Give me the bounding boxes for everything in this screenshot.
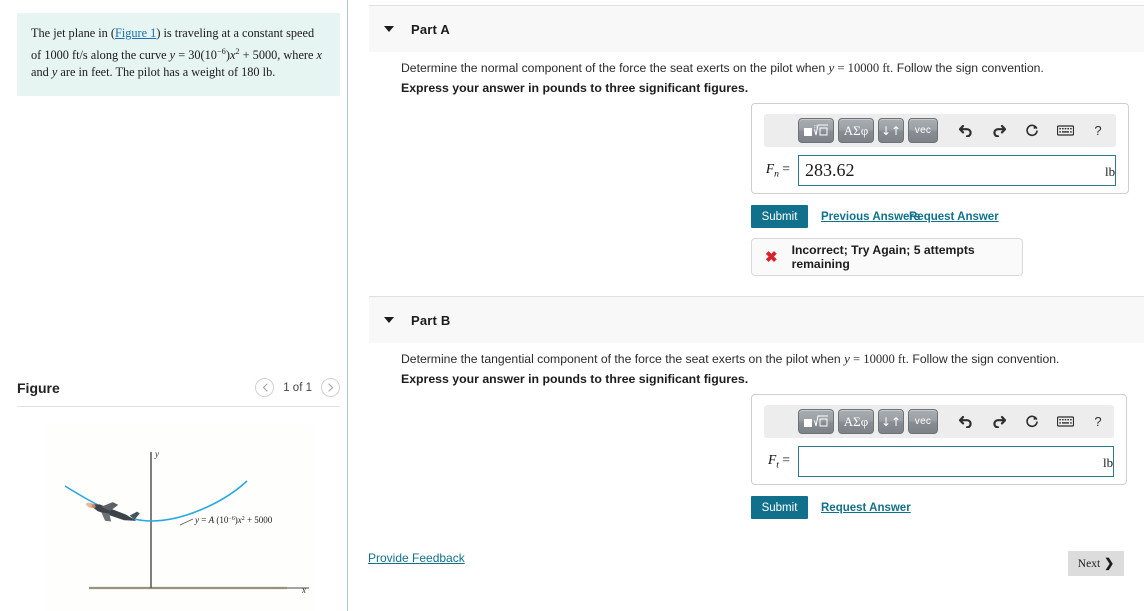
part-a-question-text: Determine the normal component of the fo… bbox=[401, 61, 829, 75]
vector-button[interactable]: vec bbox=[908, 118, 938, 143]
template-root-button[interactable]: □ bbox=[798, 118, 834, 143]
part-b-unit-label: lb bbox=[1103, 455, 1114, 470]
part-a-instruction: Express your answer in pounds to three s… bbox=[401, 81, 749, 95]
part-a-feedback-banner: ✖ Incorrect; Try Again; 5 attempts remai… bbox=[751, 238, 1023, 276]
figure-1-link[interactable]: Figure 1 bbox=[115, 26, 156, 40]
figure-image[interactable]: y x y = A (10−6)x2 + 5000 bbox=[47, 424, 315, 611]
updown-arrows-button[interactable]: ↓↑ bbox=[878, 409, 904, 434]
problem-speed: 1000 ft/s bbox=[44, 47, 88, 62]
part-a-answer-input[interactable] bbox=[798, 155, 1116, 186]
part-b-question-eq: = 10000 bbox=[849, 352, 898, 366]
part-a-variable-label: Fn = bbox=[765, 161, 790, 180]
part-a-input-row: Fn = bbox=[752, 147, 1128, 198]
figure-title: Figure bbox=[17, 379, 60, 396]
problem-mid: along the curve bbox=[87, 47, 170, 62]
part-b-submit-button[interactable]: Submit bbox=[751, 496, 808, 519]
chevron-right-icon: ❯ bbox=[1104, 556, 1115, 570]
undo-icon[interactable] bbox=[951, 118, 981, 143]
svg-text:x: x bbox=[301, 585, 306, 595]
svg-text:y = A (10−6)x2 + 5000: y = A (10−6)x2 + 5000 bbox=[194, 515, 273, 525]
problem-statement-box: The jet plane in (Figure 1) is traveling… bbox=[17, 13, 340, 96]
keyboard-icon[interactable] bbox=[1050, 118, 1080, 143]
reset-icon[interactable] bbox=[1017, 409, 1047, 434]
svg-text:y: y bbox=[154, 449, 159, 459]
problem-statement-text: The jet plane in (Figure 1) is traveling… bbox=[31, 26, 323, 80]
part-b-request-answer-link[interactable]: Request Answer bbox=[821, 502, 911, 514]
part-b-answer-input[interactable] bbox=[798, 446, 1114, 477]
right-panel: Part A Determine the normal component of… bbox=[349, 0, 1144, 611]
part-a-answer-box: □ ΑΣφ ↓↑ vec ? Fn = 283.62 bbox=[751, 103, 1129, 194]
updown-arrows-label: ↓↑ bbox=[880, 123, 902, 138]
left-panel: The jet plane in (Figure 1) is traveling… bbox=[0, 0, 348, 611]
help-glyph: ? bbox=[1094, 123, 1102, 138]
part-b-instruction: Express your answer in pounds to three s… bbox=[401, 372, 749, 386]
template-root-button[interactable] bbox=[798, 409, 834, 434]
figure-prev-button[interactable] bbox=[255, 378, 275, 397]
keyboard-icon[interactable] bbox=[1050, 409, 1080, 434]
problem-page: The jet plane in (Figure 1) is traveling… bbox=[0, 0, 1144, 611]
part-b-question-unit: ft bbox=[897, 352, 906, 366]
help-icon[interactable]: ? bbox=[1083, 409, 1113, 434]
svg-text:□: □ bbox=[814, 125, 817, 130]
chevron-right-icon bbox=[327, 383, 333, 392]
template-root-icon bbox=[804, 415, 828, 427]
greek-symbols-button[interactable]: ΑΣφ bbox=[838, 409, 874, 434]
greek-symbols-label: ΑΣφ bbox=[843, 122, 869, 138]
part-b-question-text: Determine the tangential component of th… bbox=[401, 352, 845, 366]
vector-label: vec bbox=[914, 416, 932, 427]
vector-label: vec bbox=[914, 125, 932, 136]
updown-arrows-label: ↓↑ bbox=[880, 414, 902, 429]
template-root-icon: □ bbox=[804, 124, 828, 136]
reset-icon[interactable] bbox=[1017, 118, 1047, 143]
caret-down-icon bbox=[384, 26, 394, 32]
part-a-label: Part A bbox=[411, 21, 451, 37]
greek-symbols-label: ΑΣφ bbox=[843, 413, 869, 429]
updown-arrows-button[interactable]: ↓↑ bbox=[878, 118, 904, 143]
help-glyph: ? bbox=[1094, 414, 1102, 429]
vector-button[interactable]: vec bbox=[908, 409, 938, 434]
redo-icon[interactable] bbox=[984, 118, 1014, 143]
redo-icon[interactable] bbox=[984, 409, 1014, 434]
part-b-toolbar: ΑΣφ ↓↑ vec ? bbox=[764, 405, 1114, 438]
jet-plane-icon bbox=[86, 502, 140, 522]
part-a-header[interactable]: Part A bbox=[369, 5, 1144, 52]
next-label: Next bbox=[1077, 557, 1101, 570]
part-a-toolbar: □ ΑΣφ ↓↑ vec ? bbox=[764, 114, 1116, 147]
greek-symbols-button[interactable]: ΑΣφ bbox=[838, 118, 874, 143]
part-b-variable-label: Ft = bbox=[768, 452, 790, 471]
figure-divider bbox=[17, 406, 340, 407]
jet-plane-diagram: y x y = A (10−6)x2 + 5000 bbox=[64, 449, 309, 595]
part-b-question: Determine the tangential component of th… bbox=[401, 351, 1059, 367]
part-b-header[interactable]: Part B bbox=[369, 296, 1144, 343]
caret-down-icon bbox=[384, 317, 394, 323]
part-a-question: Determine the normal component of the fo… bbox=[401, 60, 1044, 76]
part-a-question-eq: = 10000 bbox=[834, 61, 883, 75]
figure-counter: 1 of 1 bbox=[283, 381, 312, 394]
part-a-submit-button[interactable]: Submit bbox=[751, 205, 808, 228]
problem-prefix: The jet plane in ( bbox=[31, 26, 115, 40]
part-a-unit-label: lb bbox=[1105, 164, 1116, 179]
part-b-answer-box: ΑΣφ ↓↑ vec ? Ft = bbox=[751, 394, 1127, 485]
figure-header: Figure 1 of 1 bbox=[17, 378, 340, 397]
part-a-question-tail: . Follow the sign convention. bbox=[890, 61, 1044, 75]
part-b-question-tail: . Follow the sign convention. bbox=[905, 352, 1060, 366]
figure-navigation: 1 of 1 bbox=[255, 378, 340, 397]
next-button[interactable]: Next ❯ bbox=[1068, 551, 1124, 576]
undo-icon[interactable] bbox=[951, 409, 981, 434]
part-a-previous-answers-link[interactable]: Previous Answers bbox=[821, 211, 920, 223]
chevron-left-icon bbox=[262, 383, 268, 392]
help-icon[interactable]: ? bbox=[1083, 118, 1113, 143]
part-b-input-row: Ft = bbox=[752, 438, 1126, 489]
provide-feedback-link[interactable]: Provide Feedback bbox=[368, 551, 465, 565]
part-a-feedback-text: Incorrect; Try Again; 5 attempts remaini… bbox=[791, 243, 975, 271]
x-mark-icon: ✖ bbox=[765, 248, 778, 266]
figure-next-button[interactable] bbox=[321, 378, 340, 397]
part-a-question-unit: ft bbox=[882, 61, 891, 75]
part-b-label: Part B bbox=[411, 312, 451, 328]
part-a-request-answer-link[interactable]: Request Answer bbox=[909, 211, 999, 223]
